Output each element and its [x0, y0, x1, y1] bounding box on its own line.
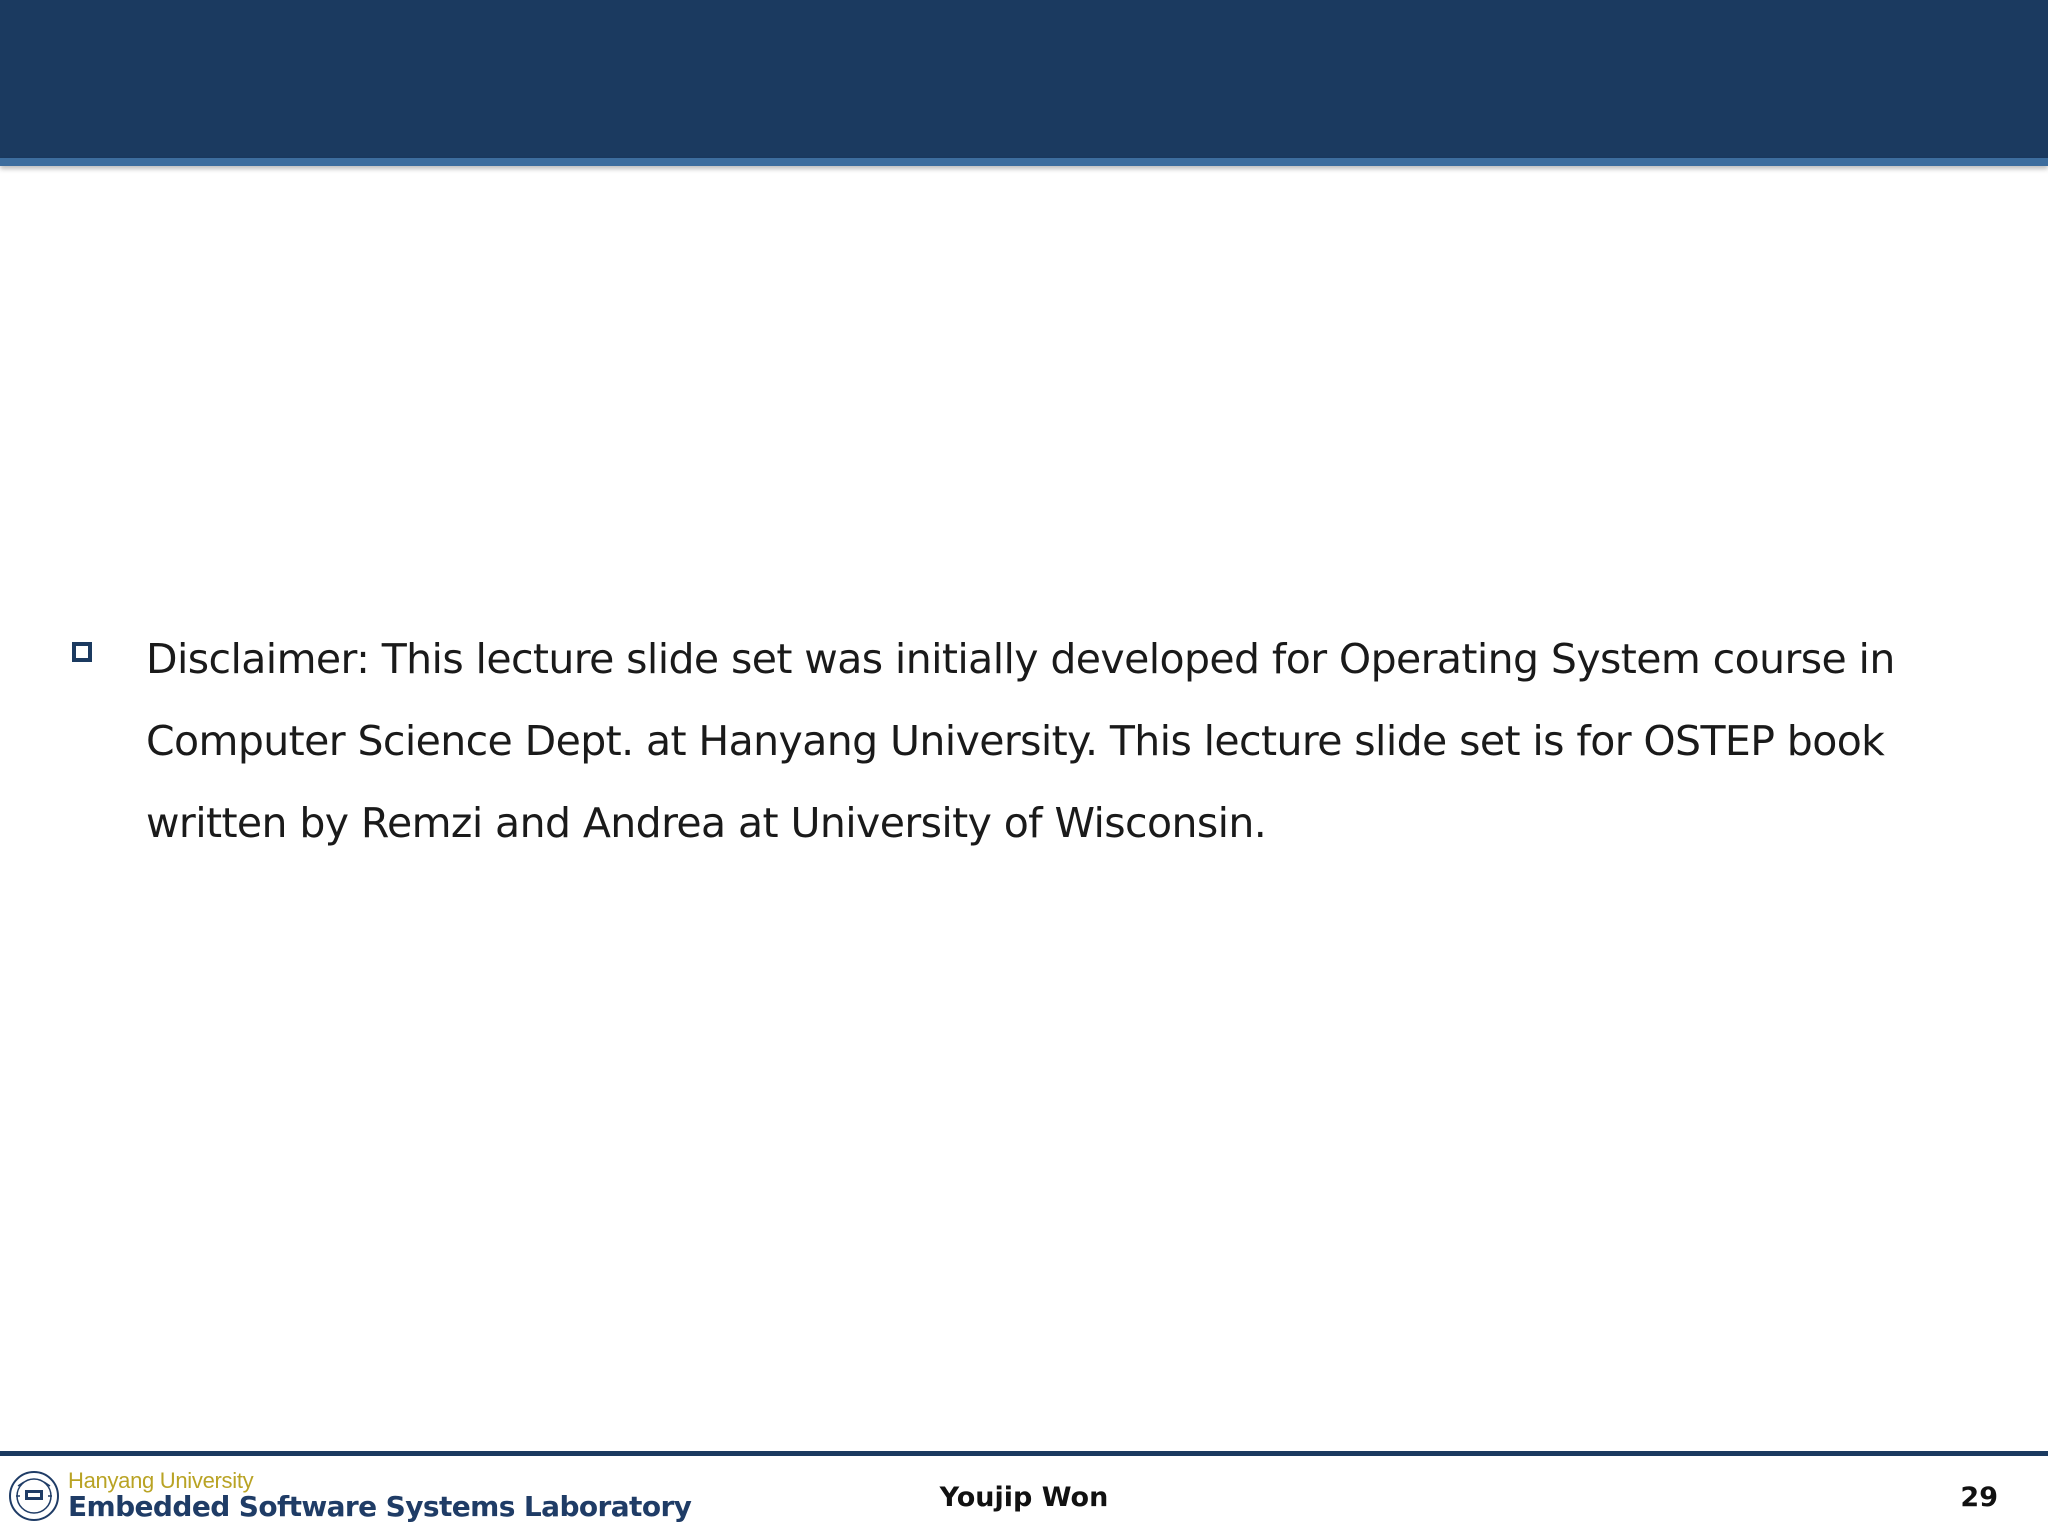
bullet-text: Disclaimer: This lecture slide set was i…	[146, 635, 1895, 847]
page-number: 29	[1960, 1482, 1998, 1513]
header-rule	[0, 158, 2048, 166]
footer-author: Youjip Won	[939, 1482, 1109, 1513]
bullet-item: Disclaimer: This lecture slide set was i…	[72, 618, 2002, 864]
header-band	[0, 0, 2048, 158]
slide: Disclaimer: This lecture slide set was i…	[0, 0, 2048, 1536]
square-bullet-icon	[72, 642, 92, 662]
footer: Hanyang University Embedded Software Sys…	[0, 1456, 2048, 1536]
slide-content: Disclaimer: This lecture slide set was i…	[72, 618, 2002, 864]
